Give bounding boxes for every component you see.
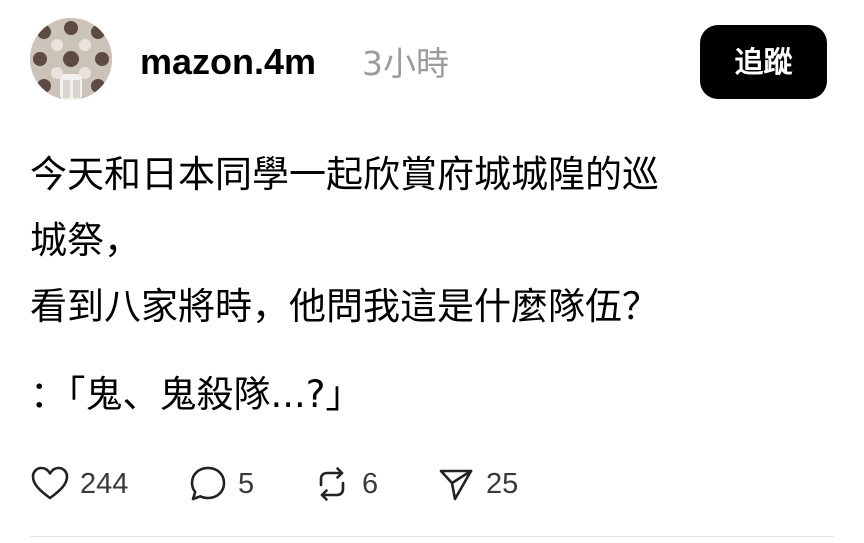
- share-button[interactable]: 25: [436, 458, 518, 510]
- comment-count: 5: [238, 468, 255, 500]
- follow-button[interactable]: 追蹤: [700, 25, 827, 99]
- like-count: 244: [80, 468, 129, 500]
- post-text-line: ：「鬼、鬼殺隊...?」: [30, 373, 363, 416]
- post-timestamp: 3小時: [362, 44, 449, 83]
- avatar[interactable]: [30, 18, 112, 100]
- repost-count: 6: [362, 468, 379, 500]
- repost-icon: [312, 464, 352, 504]
- share-count: 25: [486, 468, 519, 500]
- post-divider: [30, 536, 834, 537]
- comment-icon: [188, 464, 228, 504]
- post-text-line: 城祭，: [30, 219, 141, 262]
- comment-button[interactable]: 5: [188, 458, 254, 510]
- send-icon: [436, 464, 476, 504]
- post-body: 今天和日本同學一起欣賞府城城隍的巡 城祭， 看到八家將時，他問我這是什麼隊伍？ …: [30, 142, 830, 428]
- username[interactable]: mazon.4m: [140, 40, 316, 84]
- heart-icon: [30, 464, 70, 504]
- post-text-line: 看到八家將時，他問我這是什麼隊伍？: [30, 285, 659, 328]
- like-button[interactable]: 244: [30, 458, 128, 510]
- repost-button[interactable]: 6: [312, 458, 378, 510]
- post-text-line: 今天和日本同學一起欣賞府城城隍的巡: [30, 153, 659, 196]
